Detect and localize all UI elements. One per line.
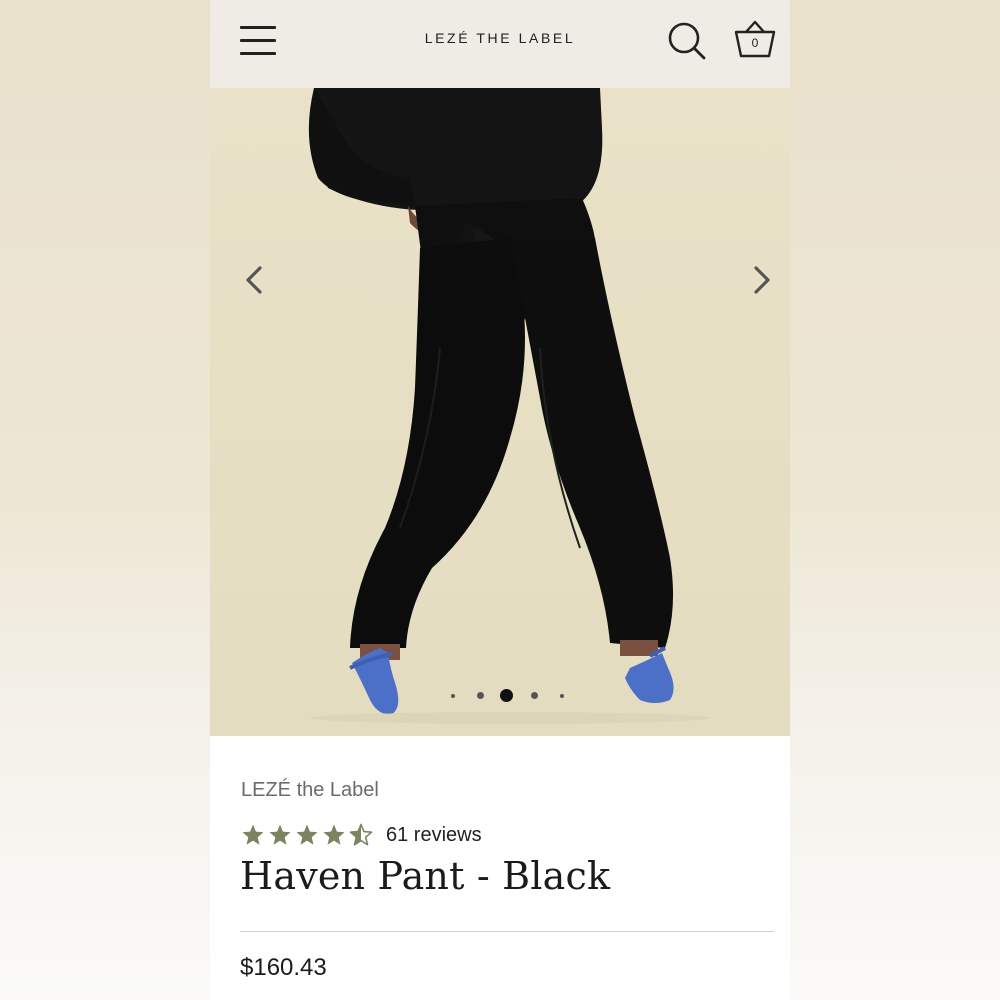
mobile-page: LEZÉ THE LABEL 0 LEZÉ the Label 61 revie… xyxy=(210,0,790,1000)
gallery-pagination xyxy=(210,688,790,704)
product-price: $160.43 xyxy=(240,954,327,981)
divider xyxy=(240,931,774,932)
star-icon xyxy=(269,824,291,845)
pagination-dot[interactable] xyxy=(477,692,484,699)
star-icon xyxy=(296,824,318,845)
previous-image-arrow[interactable] xyxy=(240,260,270,300)
search-icon[interactable] xyxy=(666,20,708,62)
next-image-arrow[interactable] xyxy=(746,260,776,300)
background-left xyxy=(0,0,210,1000)
reviews-link[interactable]: 61 reviews xyxy=(386,824,482,847)
chevron-left-icon xyxy=(246,266,262,294)
pagination-dot[interactable] xyxy=(451,694,455,698)
background-right xyxy=(790,0,1000,1000)
product-info: LEZÉ the Label 61 reviews Haven Pant - B… xyxy=(210,736,790,1000)
basket-icon[interactable]: 0 xyxy=(732,18,778,62)
product-title: Haven Pant - Black xyxy=(240,854,611,898)
cart-count-badge: 0 xyxy=(751,36,759,50)
half-star-icon xyxy=(349,823,373,846)
vendor-name[interactable]: LEZÉ the Label xyxy=(241,779,379,802)
product-image-gallery[interactable] xyxy=(210,88,790,736)
site-header: LEZÉ THE LABEL 0 xyxy=(210,0,790,88)
chevron-right-icon xyxy=(754,266,770,294)
star-icon xyxy=(323,824,345,845)
star-rating xyxy=(241,823,376,847)
rating-summary[interactable]: 61 reviews xyxy=(241,820,482,850)
star-icon xyxy=(242,824,264,845)
pagination-dot[interactable] xyxy=(560,694,564,698)
product-photo xyxy=(210,88,790,736)
pagination-dot[interactable] xyxy=(531,692,538,699)
pagination-dot-active[interactable] xyxy=(500,689,513,702)
